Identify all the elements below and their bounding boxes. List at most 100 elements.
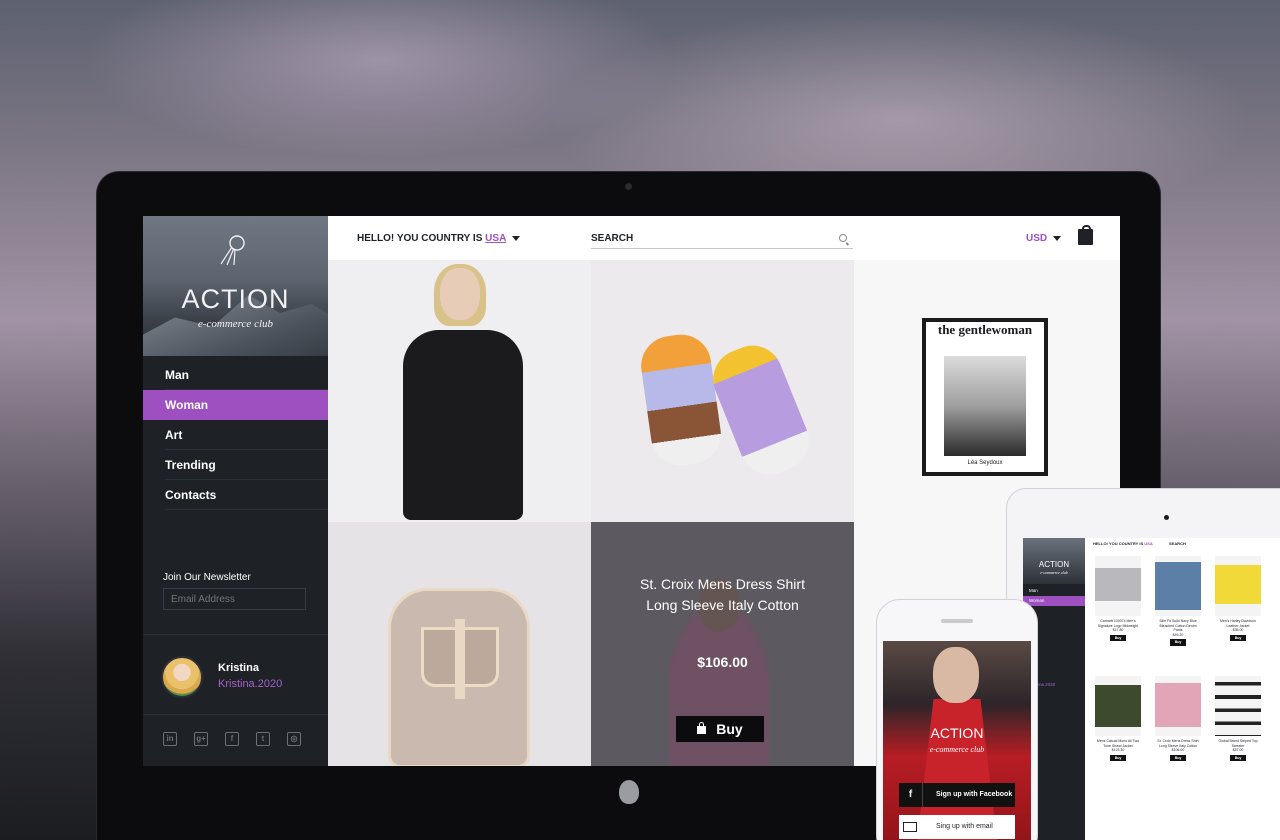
buy-button[interactable]: Buy bbox=[1229, 754, 1247, 761]
search-placeholder: SEARCH bbox=[591, 233, 634, 244]
model-face bbox=[933, 647, 979, 703]
facebook-signup-button[interactable]: f Sign up with Facebook bbox=[899, 783, 1015, 807]
nav-item-art[interactable]: Art bbox=[143, 420, 328, 450]
nav-item-contacts[interactable]: Contacts bbox=[143, 480, 328, 510]
tablet-country-prefix: HELLO! YOU COUNTRY IS bbox=[1093, 541, 1145, 546]
chevron-down-icon[interactable] bbox=[512, 235, 521, 241]
product-name: Slim Fit Solid Navy Blue Bleached Cotton… bbox=[1159, 619, 1197, 632]
product-tile-featured[interactable]: St. Croix Mens Dress Shirt Long Sleeve I… bbox=[591, 522, 854, 766]
iphone-device: ACTION e-commerce club f Sign up with Fa… bbox=[876, 599, 1038, 840]
newsletter-email-input[interactable] bbox=[163, 588, 306, 610]
tablet-nav-item-woman[interactable]: Woman bbox=[1023, 596, 1085, 606]
product-name: Global Brand Striped Top Sweater bbox=[1218, 739, 1258, 748]
apple-logo-icon bbox=[619, 780, 639, 804]
featured-product-price: $106.00 bbox=[697, 654, 748, 670]
mail-icon bbox=[903, 822, 917, 832]
product-price: $123.30 bbox=[1111, 748, 1125, 752]
ipad-device: ACTION e-commerce club Man Woman Kristin… bbox=[1006, 488, 1280, 840]
tablet-nav-item-man[interactable]: Man bbox=[1023, 586, 1085, 596]
email-signup-button[interactable]: Sing up with email bbox=[899, 815, 1015, 839]
phone-brand-name: ACTION bbox=[930, 725, 984, 741]
buy-button[interactable]: Buy bbox=[1109, 634, 1127, 641]
search-icon[interactable] bbox=[839, 234, 847, 242]
satellite-logo-icon bbox=[220, 235, 245, 266]
tablet-product-card[interactable]: Slim Fit Solid Navy Blue Bleached Cotton… bbox=[1155, 556, 1201, 646]
product-name: Men's Harley Davidson Leather Jacket bbox=[1220, 619, 1256, 628]
facebook-signup-label: Sign up with Facebook bbox=[936, 791, 1013, 798]
product-price: $35.00 bbox=[1232, 628, 1244, 632]
nav-item-trending[interactable]: Trending bbox=[143, 450, 328, 480]
phone-screen: ACTION e-commerce club f Sign up with Fa… bbox=[883, 641, 1031, 840]
top-bar: HELLO! YOU COUNTRY IS USA SEARCH USD bbox=[328, 216, 1120, 260]
product-tile-sneakers[interactable] bbox=[591, 260, 854, 522]
product-tile-backpack[interactable] bbox=[328, 522, 591, 766]
buy-button[interactable]: Buy bbox=[1169, 639, 1187, 646]
speaker bbox=[941, 619, 973, 623]
magazine-photo bbox=[944, 356, 1026, 456]
featured-product-title: St. Croix Mens Dress Shirt Long Sleeve I… bbox=[591, 574, 854, 616]
tablet-product-card[interactable]: Carhartt 100074 Men's Signature Logo Mid… bbox=[1095, 556, 1141, 641]
nav-item-woman[interactable]: Woman bbox=[143, 390, 328, 420]
nav-item-man[interactable]: Man bbox=[143, 360, 328, 390]
model-face bbox=[440, 268, 480, 320]
product-name: Carhartt 100074 Men's Signature Logo Mid… bbox=[1097, 619, 1139, 628]
linkedin-icon[interactable]: in bbox=[163, 732, 177, 746]
buy-button[interactable]: Buy bbox=[1169, 754, 1187, 761]
backpack-strap bbox=[455, 619, 465, 699]
product-image bbox=[1095, 676, 1141, 736]
product-tile-jacket[interactable] bbox=[328, 260, 591, 522]
google-plus-icon[interactable]: g+ bbox=[194, 732, 208, 746]
magazine-title: the gentlewoman bbox=[937, 322, 1033, 337]
camera-dot bbox=[625, 183, 632, 190]
chevron-down-icon[interactable] bbox=[1053, 235, 1062, 241]
currency-value: USD bbox=[1026, 233, 1048, 244]
facebook-icon: f bbox=[899, 783, 923, 807]
shopping-bag-icon[interactable] bbox=[1078, 225, 1093, 245]
tablet-country-value[interactable]: USA bbox=[1144, 541, 1152, 546]
product-image bbox=[1155, 676, 1201, 736]
buy-button[interactable]: Buy bbox=[676, 716, 764, 742]
brand-tagline: e-commerce club bbox=[197, 318, 274, 330]
lock-icon bbox=[697, 722, 707, 734]
instagram-icon[interactable]: ◎ bbox=[287, 732, 301, 746]
backpack-image bbox=[388, 588, 530, 766]
magazine-cover: the gentlewoman Léa Seydoux bbox=[922, 318, 1048, 476]
user-handle[interactable]: Kristina.2020 bbox=[218, 678, 282, 690]
product-price: $106.00 bbox=[1171, 748, 1185, 752]
tablet-search[interactable]: SEARCH bbox=[1169, 538, 1186, 550]
search-input[interactable]: SEARCH bbox=[591, 233, 853, 249]
tablet-product-card[interactable]: Men's Harley Davidson Leather Jacket $35… bbox=[1215, 556, 1261, 641]
title-line: St. Croix Mens Dress Shirt bbox=[640, 576, 805, 592]
product-name: St. Croix Mens Dress Shirt Long Sleeve I… bbox=[1157, 739, 1199, 748]
tablet-product-card[interactable]: Mens Casual Mono All Two Tone Shawl Jack… bbox=[1095, 676, 1141, 761]
product-price: $49.20 bbox=[1172, 632, 1184, 637]
user-name: Kristina bbox=[218, 662, 259, 674]
phone-brand-tagline: e-commerce club bbox=[929, 745, 985, 754]
tablet-product-card[interactable]: Global Brand Striped Top Sweater $57.00 … bbox=[1215, 676, 1261, 761]
facebook-icon[interactable]: f bbox=[225, 732, 239, 746]
country-value[interactable]: USA bbox=[485, 233, 506, 244]
buy-label: Buy bbox=[716, 721, 743, 737]
divider bbox=[143, 634, 328, 635]
sneaker-image bbox=[704, 336, 818, 484]
brand-name: ACTION bbox=[181, 284, 290, 314]
divider bbox=[143, 714, 328, 715]
tablet-product-card[interactable]: St. Croix Mens Dress Shirt Long Sleeve I… bbox=[1155, 676, 1201, 761]
jacket-image bbox=[403, 330, 523, 520]
country-selector[interactable]: HELLO! YOU COUNTRY IS USA bbox=[357, 233, 521, 244]
tablet-top-bar: HELLO! YOU COUNTRY IS USA SEARCH bbox=[1085, 538, 1280, 550]
title-line: Long Sleeve Italy Cotton bbox=[646, 597, 799, 613]
tablet-brand-tagline: e-commerce club bbox=[1040, 570, 1068, 575]
buy-button[interactable]: Buy bbox=[1229, 634, 1247, 641]
user-avatar[interactable] bbox=[161, 656, 203, 698]
sneaker-image bbox=[637, 330, 725, 470]
tablet-screen: ACTION e-commerce club Man Woman Kristin… bbox=[1023, 538, 1280, 840]
product-image bbox=[1155, 556, 1201, 616]
twitter-icon[interactable]: t bbox=[256, 732, 270, 746]
buy-button[interactable]: Buy bbox=[1109, 754, 1127, 761]
camera-dot bbox=[1164, 515, 1169, 520]
social-links: in g+ f t ◎ bbox=[163, 732, 301, 746]
product-image bbox=[1215, 676, 1261, 736]
currency-selector[interactable]: USD bbox=[1026, 233, 1062, 244]
product-image bbox=[1215, 556, 1261, 616]
